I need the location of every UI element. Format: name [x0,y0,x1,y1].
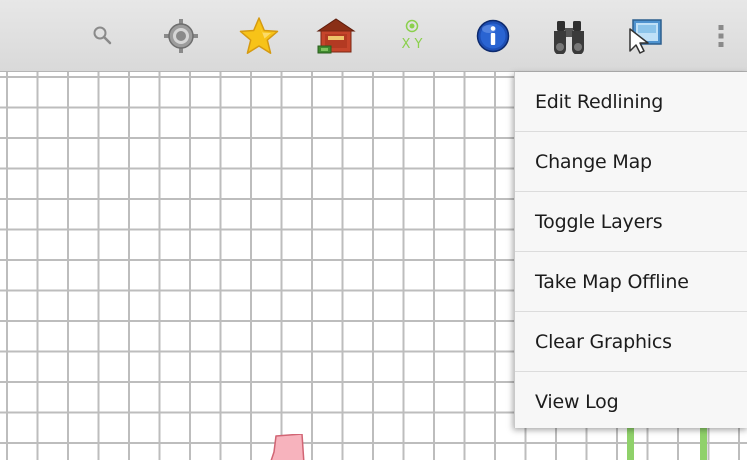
menu-item-toggle-layers[interactable]: Toggle Layers [515,192,747,252]
overflow-menu-button[interactable] [697,12,745,60]
search-icon [90,23,116,49]
overflow-menu-icon [716,21,726,51]
menu-item-label: Change Map [535,150,652,173]
action-bar: X Y [0,0,747,72]
menu-item-label: Edit Redlining [535,90,664,113]
select-button[interactable] [621,12,669,60]
menu-item-label: Clear Graphics [535,330,672,353]
favorite-star-icon [238,15,280,57]
menu-item-clear-graphics[interactable]: Clear Graphics [515,312,747,372]
svg-text:X Y: X Y [402,37,423,52]
menu-item-label: Toggle Layers [535,210,663,233]
overflow-menu: Edit Redlining Change Map Toggle Layers … [514,72,747,428]
xy-coordinates-icon: X Y [394,18,430,54]
map-feature-pink [266,433,308,460]
menu-item-change-map[interactable]: Change Map [515,132,747,192]
home-building-icon [315,16,357,56]
info-icon [476,19,510,53]
menu-item-take-map-offline[interactable]: Take Map Offline [515,252,747,312]
map-feature-green [627,427,634,460]
menu-item-label: View Log [535,390,619,413]
menu-item-edit-redlining[interactable]: Edit Redlining [515,72,747,132]
select-pointer-icon [626,17,664,55]
favorite-button[interactable] [235,12,283,60]
info-button[interactable] [469,12,517,60]
menu-item-label: Take Map Offline [535,270,689,293]
search-area-button[interactable] [545,12,593,60]
menu-item-view-log[interactable]: View Log [515,372,747,431]
coordinates-button[interactable]: X Y [388,12,436,60]
gps-locate-icon [161,16,201,56]
search-button[interactable] [79,12,127,60]
binoculars-icon [550,18,588,54]
gps-locate-button[interactable] [157,12,205,60]
map-feature-green [700,427,707,460]
home-button[interactable] [312,12,360,60]
